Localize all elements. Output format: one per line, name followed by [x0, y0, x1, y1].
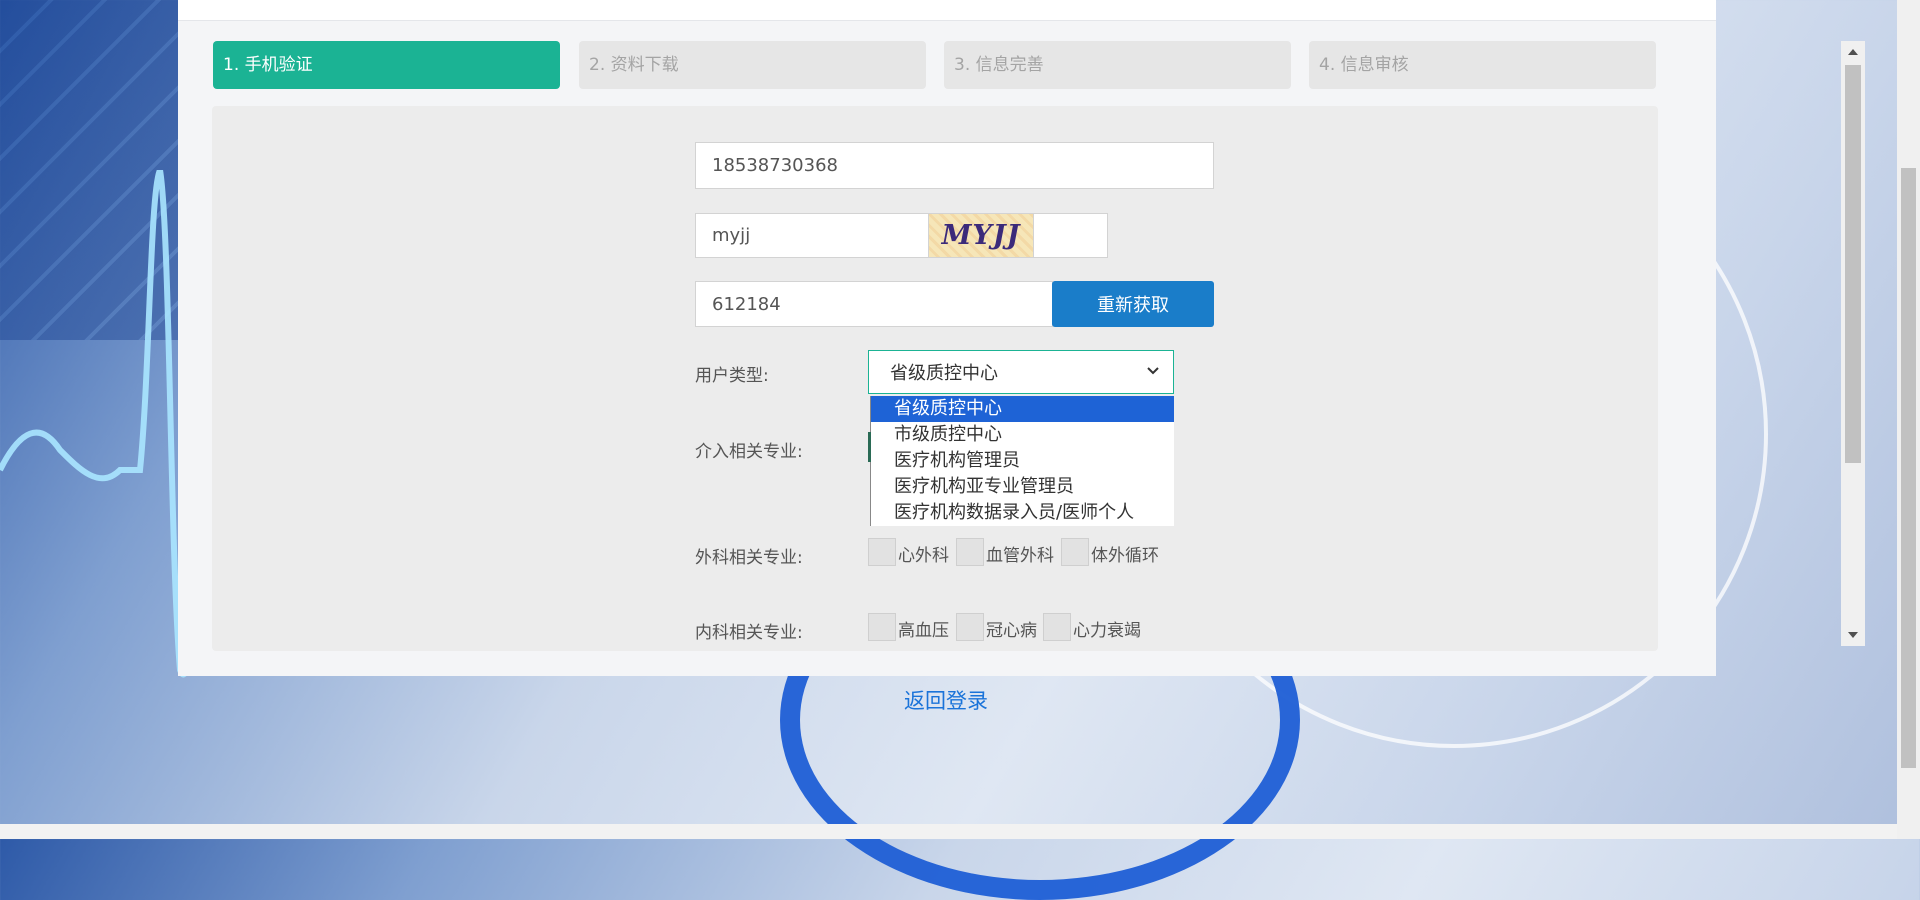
captcha-input[interactable]: myjj [695, 213, 1108, 258]
captcha-image[interactable]: MYJJ [928, 213, 1034, 258]
card-header-strip [178, 0, 1716, 21]
chevron-down-icon [1147, 367, 1159, 375]
step-progress-bar: 1. 手机验证 2. 资料下载 3. 信息完善 4. 信息审核 [213, 41, 1656, 89]
back-to-login-link[interactable]: 返回登录 [904, 685, 988, 715]
captcha-image-text: MYJJ [941, 220, 1021, 251]
form-scrollbar-thumb[interactable] [1845, 65, 1861, 463]
user-type-option[interactable]: 医疗机构亚专业管理员 [871, 474, 1174, 500]
sms-code-input[interactable]: 612184 [695, 281, 1053, 327]
step-document-download: 2. 资料下载 [579, 41, 926, 89]
checkbox-label: 血管外科 [986, 546, 1054, 566]
user-type-option[interactable]: 医疗机构数据录入员/医师个人 [871, 500, 1174, 526]
checkbox-label: 体外循环 [1091, 546, 1159, 566]
scroll-down-arrow-icon[interactable] [1848, 632, 1858, 638]
interventional-select-edge [868, 432, 871, 462]
user-type-option[interactable]: 省级质控中心 [871, 396, 1174, 422]
page-scrollbar-thumb[interactable] [1901, 168, 1916, 768]
user-type-dropdown-list: 省级质控中心 市级质控中心 医疗机构管理员 医疗机构亚专业管理员 医疗机构数据录… [870, 396, 1174, 526]
checkbox-label: 心力衰竭 [1073, 621, 1141, 641]
checkbox-label: 心外科 [898, 546, 949, 566]
user-type-select[interactable]: 省级质控中心 [868, 350, 1174, 394]
scroll-up-arrow-icon[interactable] [1848, 49, 1858, 55]
checkbox-label: 冠心病 [986, 621, 1037, 641]
step-info-review: 4. 信息审核 [1309, 41, 1656, 89]
checkbox-heart-failure[interactable] [1043, 613, 1071, 641]
step-info-completion: 3. 信息完善 [944, 41, 1291, 89]
surgery-specialty-label: 外科相关专业: [695, 548, 803, 568]
checkbox-vascular-surgery[interactable] [956, 538, 984, 566]
user-type-option[interactable]: 医疗机构管理员 [871, 448, 1174, 474]
user-type-option[interactable]: 市级质控中心 [871, 422, 1174, 448]
step-phone-verification: 1. 手机验证 [213, 41, 560, 89]
checkbox-hypertension[interactable] [868, 613, 896, 641]
phone-input[interactable]: 18538730368 [695, 142, 1214, 189]
user-type-label: 用户类型: [695, 366, 769, 386]
checkbox-cardiac-surgery[interactable] [868, 538, 896, 566]
registration-card: 1. 手机验证 2. 资料下载 3. 信息完善 4. 信息审核 [178, 0, 1865, 676]
form-scrollbar[interactable] [1841, 41, 1865, 646]
background-ekg-line [0, 170, 200, 678]
user-type-selected-value: 省级质控中心 [890, 363, 998, 384]
resend-code-button[interactable]: 重新获取 [1052, 281, 1214, 327]
checkbox-label: 高血压 [898, 621, 949, 641]
internal-medicine-specialty-label: 内科相关专业: [695, 623, 803, 643]
page-scrollbar[interactable] [1897, 0, 1920, 839]
checkbox-coronary-heart-disease[interactable] [956, 613, 984, 641]
checkbox-extracorporeal-circulation[interactable] [1061, 538, 1089, 566]
interventional-specialty-label: 介入相关专业: [695, 442, 803, 462]
horizontal-scrollbar-track [0, 824, 1897, 839]
